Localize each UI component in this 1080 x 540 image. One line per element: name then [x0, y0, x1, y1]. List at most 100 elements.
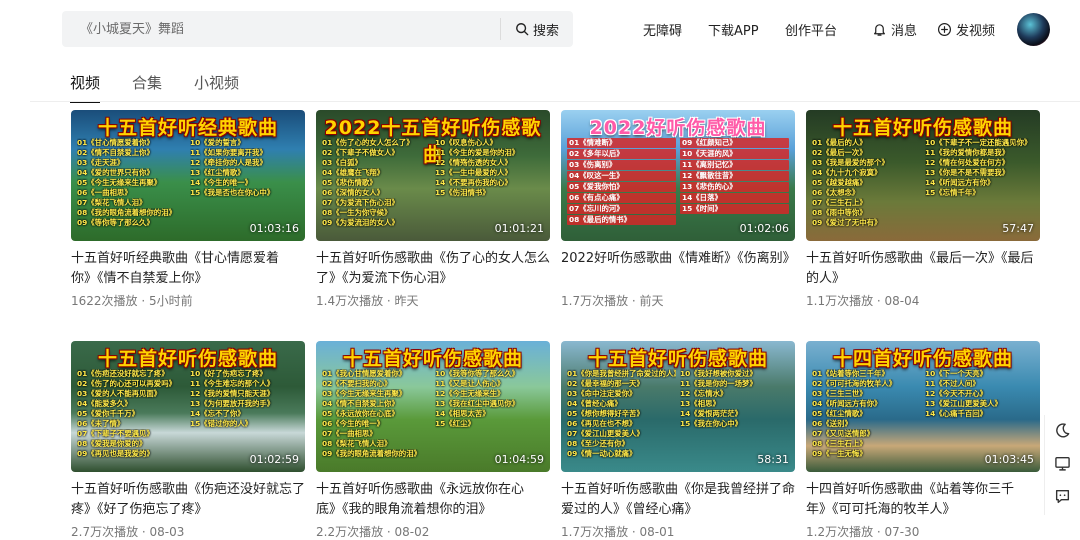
- song-entry: 08《我的眼角流着想你的泪》: [77, 208, 176, 217]
- video-title[interactable]: 十五首好听伤感歌曲《永远放你在心底》《我的眼角流着想你的泪》: [316, 480, 550, 520]
- video-thumbnail[interactable]: 十五首好听伤感歌曲 01《伤疤还没好就忘了疼》 10《好了伤疤忘了疼》 02《伤了的心…: [71, 341, 305, 472]
- song-entry: 13《我在红尘中遇见你》: [435, 399, 520, 408]
- song-entry: 07《爱江山更爱美人》: [567, 429, 644, 438]
- nav-creator-platform[interactable]: 创作平台: [785, 20, 837, 39]
- video-title[interactable]: 2022好听伤感歌曲《情难断》《伤离别》: [561, 249, 795, 289]
- song-entry: 06《深情的女人》: [322, 188, 385, 197]
- video-thumbnail[interactable]: 十五首好听伤感歌曲 01《你是我曾经拼了命爱过的人》 10《我好想被你爱过》 02《最…: [561, 341, 795, 472]
- video-card[interactable]: 十五首好听伤感歌曲 01《我心甘情愿爱着你》 10《我等你等了那么久》 02《不要扫我…: [316, 341, 550, 540]
- video-meta: 1.1万次播放 · 08-04: [806, 294, 920, 308]
- thumbnail-song-list: 01《我心甘情愿爱着你》 10《我等你等了那么久》 02《不要扫我的心》 11《又是让…: [322, 369, 544, 459]
- nav-accessibility[interactable]: 无障碍: [643, 20, 682, 39]
- song-entry: 05《爱你千千万》: [77, 409, 140, 418]
- song-entry: 08《三生石上》: [812, 439, 867, 448]
- video-meta: 1.7万次播放 · 08-01: [561, 525, 675, 539]
- song-entry: 07《又见送情郎》: [812, 429, 875, 438]
- song-entry: 01《站着等你三千年》: [812, 369, 889, 378]
- song-entry: 12《忘情水》: [680, 389, 728, 398]
- song-entry: 01《你是我曾经拼了命爱过的人》: [567, 369, 676, 378]
- song-entry: 08《爱我是你爱的》: [77, 439, 147, 448]
- song-entry: 09《红颜知己》: [680, 138, 789, 148]
- song-entry: 07《梨花飞情人泪》: [77, 198, 147, 207]
- video-thumbnail[interactable]: 十四首好听伤感歌曲 01《站着等你三千年》 10《下一个天亮》 02《可可托海的牧羊人…: [806, 341, 1040, 472]
- video-card[interactable]: 十五首好听经典歌曲 01《甘心情愿爱着你》 10《爱的誓言》 02《情不自禁爱上你》 1…: [71, 110, 305, 309]
- song-entry: [680, 429, 789, 439]
- thumbnail-title: 十五首好听伤感歌曲: [587, 348, 768, 370]
- video-thumbnail[interactable]: 2022十五首好听伤感歌曲 01《伤了心的女人怎么了》 10《叹息伤心人》 02《下辈…: [316, 110, 550, 241]
- dark-mode-button[interactable]: [1050, 418, 1074, 442]
- video-title[interactable]: 十五首好听伤感歌曲《你是我曾经拼了命爱过的人》《曾经心痛》: [561, 480, 795, 520]
- tab-videos[interactable]: 视频: [70, 72, 101, 103]
- song-entry: [925, 419, 1034, 429]
- thumbnail-song-list: 01《情难断》 09《红颜知己》 02《多年以后》 10《天涯的风》 03《伤离别》 11…: [567, 138, 789, 227]
- song-entry: 14《相思太苦》: [435, 409, 490, 418]
- song-entry: 03《伤离别》: [567, 160, 676, 170]
- video-title[interactable]: 十五首好听伤感歌曲《伤疤还没好就忘了疼》《好了伤疤忘了疼》: [71, 480, 305, 520]
- song-entry: 04《情不自禁爱上你》: [322, 399, 399, 408]
- song-entry: 14《不要再伤我的心》: [435, 178, 512, 187]
- video-title[interactable]: 十五首好听经典歌曲《甘心情愿爱着你》《情不自禁爱上你》: [71, 249, 305, 289]
- song-entry: 09《爱过了无中有》: [812, 218, 882, 227]
- song-entry: 15《错过你的人》: [190, 419, 253, 428]
- feedback-button[interactable]: [1050, 484, 1074, 508]
- video-thumbnail[interactable]: 十五首好听伤感歌曲 01《最后的人》 10《下辈子不一定还能遇见你》 02《最后一次》…: [806, 110, 1040, 241]
- song-entry: 01《我心甘情愿爱着你》: [322, 369, 407, 378]
- thumbnail-title: 十五首好听伤感歌曲: [342, 348, 523, 370]
- song-entry: 13《红尘情歌》: [190, 168, 245, 177]
- video-title[interactable]: 十五首好听伤感歌曲《伤了心的女人怎么了》《为爱流下伤心泪》: [316, 249, 550, 289]
- song-entry: [435, 208, 544, 218]
- song-entry: 08《雨中等你》: [812, 208, 867, 217]
- video-card[interactable]: 十五首好听伤感歌曲 01《你是我曾经拼了命爱过的人》 10《我好想被你爱过》 02《最…: [561, 341, 795, 540]
- nav-upload-video[interactable]: 发视频: [937, 20, 995, 39]
- song-entry: 02《最后一次》: [812, 148, 867, 157]
- song-entry: [925, 429, 1034, 439]
- video-title[interactable]: 十四首好听伤感歌曲《站着等你三千年》《可可托海的牧羊人》: [806, 480, 1040, 520]
- song-entry: [435, 439, 544, 449]
- video-title[interactable]: 十五首好听伤感歌曲《最后一次》《最后的人》: [806, 249, 1040, 289]
- song-entry: 03《命中注定爱你》: [567, 389, 637, 398]
- thumbnail-song-list: 01《甘心情愿爱着你》 10《爱的誓言》 02《情不自禁爱上你》 11《如果你要离开我…: [77, 138, 299, 228]
- thumbnail-title: 2022好听伤感歌曲: [589, 117, 767, 139]
- video-thumbnail[interactable]: 2022好听伤感歌曲 01《情难断》 09《红颜知己》 02《多年以后》 10《天涯的风…: [561, 110, 795, 241]
- video-duration: 58:31: [757, 453, 789, 466]
- song-entry: 09《情一动心就痛》: [567, 449, 637, 458]
- video-card[interactable]: 2022十五首好听伤感歌曲 01《伤了心的女人怎么了》 10《叹息伤心人》 02《下辈…: [316, 110, 550, 309]
- song-entry: 10《我好想被你爱过》: [680, 369, 757, 378]
- song-entry: 04《九十九个寂寞》: [812, 168, 882, 177]
- song-entry: 06《今生的唯一》: [322, 419, 385, 428]
- nav-download-app[interactable]: 下载APP: [708, 20, 759, 39]
- song-entry: 13《为何要放开我的手》: [190, 399, 275, 408]
- tab-short-videos[interactable]: 小视频: [194, 72, 239, 103]
- song-entry: 11《我是你的一场梦》: [680, 379, 757, 388]
- song-entry: 10《天涯的风》: [680, 149, 789, 159]
- song-entry: 15《我在你心中》: [680, 419, 743, 428]
- video-meta: 1.4万次播放 · 昨天: [316, 294, 419, 308]
- search-input[interactable]: [62, 11, 500, 47]
- video-card[interactable]: 十五首好听伤感歌曲 01《最后的人》 10《下辈子不一定还能遇见你》 02《最后一次》…: [806, 110, 1040, 309]
- video-card[interactable]: 十五首好听伤感歌曲 01《伤疤还没好就忘了疼》 10《好了伤疤忘了疼》 02《伤了的心…: [71, 341, 305, 540]
- video-thumbnail[interactable]: 十五首好听伤感歌曲 01《我心甘情愿爱着你》 10《我等你等了那么久》 02《不要扫我…: [316, 341, 550, 472]
- video-meta: 1.7万次播放 · 前天: [561, 294, 664, 308]
- nav-messages[interactable]: 消息: [872, 20, 917, 39]
- song-entry: 06《有点心痛》: [567, 193, 676, 203]
- video-duration: 01:01:21: [494, 222, 544, 235]
- song-entry: 09《一生无悔》: [812, 449, 867, 458]
- song-entry: 12《情在何处爱在何方》: [925, 158, 1010, 167]
- thumbnail-title: 十五首好听伤感歌曲: [97, 348, 278, 370]
- avatar[interactable]: [1017, 13, 1050, 46]
- song-entry: 08《梨花飞情人泪》: [322, 439, 392, 448]
- song-entry: 14《忘不了你》: [190, 409, 245, 418]
- thumbnail-song-list: 01《伤疤还没好就忘了疼》 10《好了伤疤忘了疼》 02《伤了的心还可以再爱吗》 11…: [77, 369, 299, 459]
- search-button[interactable]: 搜索: [501, 11, 573, 47]
- video-card[interactable]: 2022好听伤感歌曲 01《情难断》 09《红颜知己》 02《多年以后》 10《天涯的风…: [561, 110, 795, 309]
- song-entry: [925, 198, 1034, 208]
- picture-in-picture-button[interactable]: [1050, 451, 1074, 475]
- song-entry: 08《至少还有你》: [567, 439, 630, 448]
- song-entry: 12《我的爱情只能天涯》: [190, 389, 275, 398]
- song-entry: 01《最后的人》: [812, 138, 867, 147]
- bell-icon: [874, 24, 885, 36]
- thumbnail-title: 十五首好听经典歌曲: [97, 117, 278, 139]
- tab-collections[interactable]: 合集: [132, 72, 162, 103]
- video-thumbnail[interactable]: 十五首好听经典歌曲 01《甘心情愿爱着你》 10《爱的誓言》 02《情不自禁爱上你》 1…: [71, 110, 305, 241]
- video-card[interactable]: 十四首好听伤感歌曲 01《站着等你三千年》 10《下一个天亮》 02《可可托海的牧羊人…: [806, 341, 1040, 540]
